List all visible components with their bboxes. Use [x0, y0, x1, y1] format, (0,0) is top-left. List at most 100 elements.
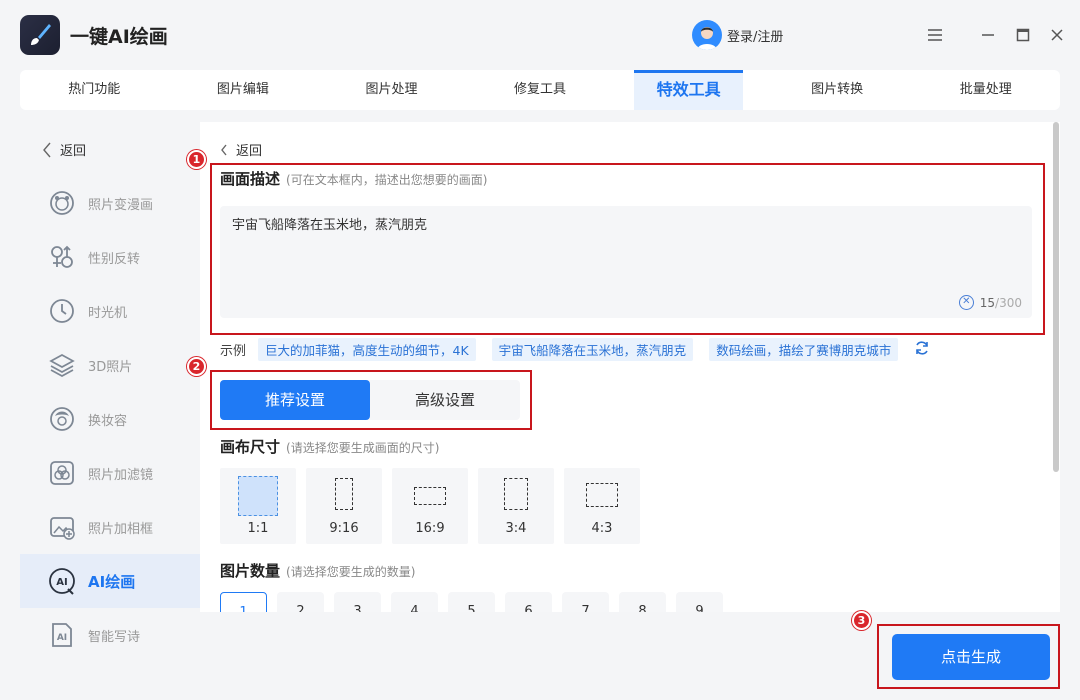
ai-paint-icon: AI	[48, 567, 76, 595]
sidebar-item-poetry[interactable]: AI 智能写诗	[20, 608, 200, 662]
tab-batch[interactable]: 批量处理	[911, 70, 1060, 110]
size-label: 16:9	[415, 521, 445, 536]
login-label: 登录/注册	[727, 29, 784, 45]
menu-icon[interactable]	[922, 22, 948, 48]
size-label: 4:3	[591, 521, 613, 536]
sidebar-item-label: 照片加滤镜	[88, 467, 154, 483]
sidebar-item-label: AI绘画	[88, 572, 136, 591]
tab-label: 图片编辑	[216, 82, 269, 97]
sidebar-item-label: 照片加相框	[88, 521, 154, 537]
annotation-box-description	[210, 163, 1045, 335]
ratio-shape	[504, 478, 528, 510]
layers-icon	[48, 351, 76, 379]
ratio-shape	[414, 487, 446, 505]
example-chip[interactable]: 宇宙飞船降落在玉米地，蒸汽朋克	[491, 338, 694, 361]
tab-convert[interactable]: 图片转换	[763, 70, 912, 110]
examples-row: 示例 巨大的加菲猫，高度生动的细节，4K 宇宙飞船降落在玉米地，蒸汽朋克 数码绘…	[220, 338, 930, 361]
maximize-icon[interactable]	[1010, 22, 1036, 48]
tab-effects[interactable]: 特效工具	[614, 70, 763, 110]
count-option[interactable]: 2	[277, 592, 324, 612]
close-icon[interactable]	[1044, 22, 1070, 48]
annotation-box-generate	[877, 624, 1060, 689]
example-chip[interactable]: 巨大的加菲猫，高度生动的细节，4K	[258, 338, 476, 361]
example-chip[interactable]: 数码绘画，描绘了赛博朋克城市	[709, 338, 899, 361]
sidebar-item-3d[interactable]: 3D照片	[20, 338, 200, 392]
image-count-title-text: 图片数量	[220, 562, 281, 580]
sidebar-back-button[interactable]: 返回	[42, 140, 86, 159]
tab-label: 图片处理	[365, 82, 418, 97]
size-label: 9:16	[329, 521, 359, 536]
size-option-1-1[interactable]: 1:1	[220, 468, 296, 544]
cartoon-face-icon	[48, 189, 76, 217]
canvas-size-title-text: 画布尺寸	[220, 438, 281, 456]
sidebar-item-cartoon[interactable]: 照片变漫画	[20, 176, 200, 230]
size-option-3-4[interactable]: 3:4	[478, 468, 554, 544]
sidebar-item-frame[interactable]: 照片加相框	[20, 500, 200, 554]
avatar	[692, 20, 722, 50]
refresh-icon[interactable]	[914, 340, 930, 360]
count-option[interactable]: 9	[676, 592, 723, 612]
minimize-icon[interactable]	[975, 22, 1001, 48]
ai-doc-icon: AI	[48, 621, 76, 649]
annotation-marker: 1	[187, 150, 206, 169]
count-option[interactable]: 3	[334, 592, 381, 612]
ratio-shape	[586, 483, 618, 507]
sidebar-item-gender[interactable]: 性别反转	[20, 230, 200, 284]
tab-hot[interactable]: 热门功能	[20, 70, 169, 110]
size-option-9-16[interactable]: 9:16	[306, 468, 382, 544]
ratio-shape	[335, 478, 353, 510]
annotation-box-settings	[210, 370, 532, 430]
count-option[interactable]: 5	[448, 592, 495, 612]
sidebar-item-filter[interactable]: 照片加滤镜	[20, 446, 200, 500]
annotation-marker: 3	[852, 611, 871, 630]
size-label: 1:1	[247, 521, 269, 536]
sidebar-item-label: 智能写诗	[88, 629, 141, 645]
ratio-shape	[238, 476, 278, 516]
app-logo	[20, 15, 60, 55]
sidebar-item-label: 时光机	[88, 305, 128, 321]
login-button[interactable]: 登录/注册	[692, 20, 783, 50]
count-option[interactable]: 1	[220, 592, 267, 612]
svg-text:AI: AI	[56, 577, 67, 588]
tab-label: 特效工具	[656, 80, 721, 99]
sidebar-item-ai-paint[interactable]: AI AI绘画	[20, 554, 200, 608]
feature-tabs: 热门功能 图片编辑 图片处理 修复工具 特效工具 图片转换 批量处理	[20, 70, 1060, 110]
sidebar: 返回 照片变漫画 性别反转 时光机 3D照片 换妆容 照片加滤镜 照片加相框 A…	[20, 122, 200, 700]
count-option[interactable]: 4	[391, 592, 438, 612]
size-option-16-9[interactable]: 16:9	[392, 468, 468, 544]
tab-process[interactable]: 图片处理	[317, 70, 466, 110]
sidebar-item-label: 换妆容	[88, 413, 128, 429]
canvas-size-hint: (请选择您要生成画面的尺寸)	[286, 441, 440, 455]
sidebar-item-label: 照片变漫画	[88, 197, 154, 213]
tab-label: 图片转换	[811, 82, 864, 97]
canvas-size-options: 1:1 9:16 16:9 3:4 4:3	[220, 468, 640, 544]
image-count-title: 图片数量 (请选择您要生成的数量)	[220, 560, 415, 581]
sidebar-item-makeup[interactable]: 换妆容	[20, 392, 200, 446]
examples-label: 示例	[220, 344, 247, 359]
annotation-marker: 2	[187, 357, 206, 376]
app-title: 一键AI绘画	[70, 26, 168, 48]
tab-label: 批量处理	[959, 82, 1012, 97]
count-option[interactable]: 7	[562, 592, 609, 612]
canvas-size-title: 画布尺寸 (请选择您要生成画面的尺寸)	[220, 436, 439, 457]
tab-edit[interactable]: 图片编辑	[169, 70, 318, 110]
sidebar-item-timemachine[interactable]: 时光机	[20, 284, 200, 338]
sidebar-item-label: 性别反转	[88, 251, 141, 267]
count-option[interactable]: 6	[505, 592, 552, 612]
back-label: 返回	[236, 144, 263, 159]
chevron-left-icon	[43, 142, 51, 157]
chevron-left-icon	[221, 144, 227, 155]
frame-icon	[48, 513, 76, 541]
count-option[interactable]: 8	[619, 592, 666, 612]
gender-icon	[48, 243, 76, 271]
tab-label: 热门功能	[68, 82, 121, 97]
tab-repair[interactable]: 修复工具	[466, 70, 615, 110]
scrollbar[interactable]	[1053, 122, 1059, 472]
makeup-face-icon	[48, 405, 76, 433]
back-label: 返回	[60, 144, 87, 159]
tab-label: 修复工具	[514, 82, 567, 97]
main-back-button[interactable]: 返回	[220, 140, 262, 159]
image-count-hint: (请选择您要生成的数量)	[286, 565, 416, 579]
size-option-4-3[interactable]: 4:3	[564, 468, 640, 544]
size-label: 3:4	[505, 521, 527, 536]
